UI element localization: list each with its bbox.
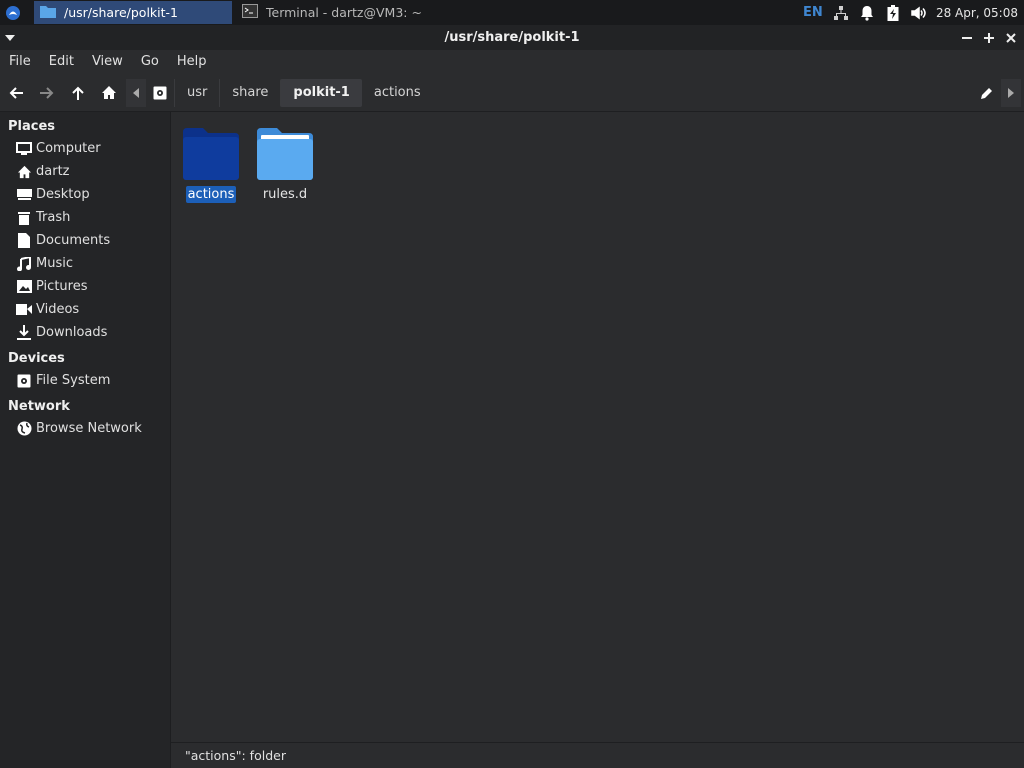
folder-icon xyxy=(40,5,56,21)
sidebar-section-places: Places xyxy=(8,118,56,134)
sidebar-item-videos[interactable]: Videos xyxy=(0,298,170,321)
sidebar-item-label: Desktop xyxy=(36,187,90,202)
sidebar-section-devices: Devices xyxy=(8,350,65,366)
forward-button[interactable] xyxy=(31,75,62,111)
breadcrumb-item-share[interactable]: share xyxy=(219,78,280,107)
drive-icon xyxy=(153,86,167,99)
sidebar-item-label: Browse Network xyxy=(36,421,142,436)
caret-left-icon xyxy=(133,87,139,98)
taskbar-item-label: /usr/share/polkit-1 xyxy=(64,5,178,20)
menu-help[interactable]: Help xyxy=(168,54,216,69)
status-text: "actions": folder xyxy=(185,748,286,763)
sidebar-item-music[interactable]: Music xyxy=(0,252,170,275)
drive-icon xyxy=(16,373,32,389)
sidebar-item-documents[interactable]: Documents xyxy=(0,229,170,252)
desktop-icon xyxy=(16,187,32,203)
edit-location-button[interactable] xyxy=(973,75,1001,111)
maximize-icon xyxy=(984,32,994,43)
breadcrumb-item-actions[interactable]: actions xyxy=(362,79,433,107)
computer-icon xyxy=(16,141,32,157)
window-title: /usr/share/polkit-1 xyxy=(444,30,580,45)
file-view[interactable]: actions rules.d xyxy=(171,112,1024,742)
sidebar-item-desktop[interactable]: Desktop xyxy=(0,183,170,206)
sidebar-item-label: Videos xyxy=(36,302,80,317)
taskbar-item-file-manager[interactable]: /usr/share/polkit-1 xyxy=(34,1,232,24)
sidebar-item-label: Documents xyxy=(36,233,111,248)
app-menu-logo-icon[interactable] xyxy=(0,0,26,25)
breadcrumb-root-filesystem[interactable] xyxy=(146,79,174,107)
arrow-up-icon xyxy=(71,86,84,100)
battery-charging-icon[interactable] xyxy=(880,0,906,25)
network-icon[interactable] xyxy=(828,0,854,25)
volume-icon[interactable] xyxy=(906,0,932,25)
sidebar-item-label: File System xyxy=(36,373,111,388)
breadcrumb-item-polkit-1[interactable]: polkit-1 xyxy=(280,78,362,107)
home-icon xyxy=(101,86,116,99)
clock[interactable]: 28 Apr, 05:08 xyxy=(932,0,1024,25)
arrow-right-icon xyxy=(39,86,53,99)
menu-edit[interactable]: Edit xyxy=(40,54,83,69)
minimize-button[interactable] xyxy=(958,28,976,48)
arrow-left-icon xyxy=(9,86,23,99)
file-name: actions xyxy=(185,186,237,203)
sidebar-item-home[interactable]: dartz xyxy=(0,160,170,183)
breadcrumb-item-usr[interactable]: usr xyxy=(174,78,219,107)
back-button[interactable] xyxy=(0,75,31,111)
sidebar: Places Computer dartz Desktop Trash Docu… xyxy=(0,112,171,768)
sidebar-item-label: Downloads xyxy=(36,325,108,340)
menubar: File Edit View Go Help xyxy=(0,50,1024,73)
video-camera-icon xyxy=(16,302,32,318)
home-button[interactable] xyxy=(93,75,124,111)
file-item-actions[interactable]: actions xyxy=(174,128,248,203)
sidebar-item-pictures[interactable]: Pictures xyxy=(0,275,170,298)
home-icon xyxy=(16,164,32,180)
minimize-icon xyxy=(962,36,972,39)
folder-icon xyxy=(183,128,239,180)
sidebar-item-label: Pictures xyxy=(36,279,88,294)
system-tray: EN 28 Apr, 05:08 xyxy=(798,0,1024,25)
picture-icon xyxy=(16,279,32,295)
download-icon xyxy=(16,325,32,341)
menu-file[interactable]: File xyxy=(0,54,40,69)
notification-bell-icon[interactable] xyxy=(854,0,880,25)
close-button[interactable] xyxy=(1002,28,1020,48)
globe-icon xyxy=(16,421,32,437)
taskbar-item-terminal[interactable]: Terminal - dartz@VM3: ~ xyxy=(236,1,436,24)
breadcrumb-scroll-right-button[interactable] xyxy=(1001,78,1021,107)
sidebar-item-label: Trash xyxy=(36,210,71,225)
trash-icon xyxy=(16,210,32,226)
sidebar-item-browse-network[interactable]: Browse Network xyxy=(0,417,170,440)
caret-right-icon xyxy=(1008,87,1014,98)
file-item-rules-d[interactable]: rules.d xyxy=(248,128,322,203)
sidebar-item-label: Computer xyxy=(36,141,101,156)
keyboard-layout-indicator[interactable]: EN xyxy=(798,0,828,25)
terminal-icon xyxy=(242,4,258,21)
sidebar-section-network: Network xyxy=(8,398,70,414)
breadcrumb-scroll-left-button[interactable] xyxy=(126,78,146,107)
sidebar-item-file-system[interactable]: File System xyxy=(0,369,170,392)
window-menu-button[interactable] xyxy=(0,25,20,50)
toolbar: usr share polkit-1 actions xyxy=(0,74,1024,112)
window-titlebar: /usr/share/polkit-1 xyxy=(0,25,1024,50)
sidebar-item-downloads[interactable]: Downloads xyxy=(0,321,170,344)
file-name: rules.d xyxy=(262,187,308,202)
up-button[interactable] xyxy=(62,75,93,111)
top-panel: /usr/share/polkit-1 Terminal - dartz@VM3… xyxy=(0,0,1024,25)
sidebar-item-computer[interactable]: Computer xyxy=(0,137,170,160)
menu-go[interactable]: Go xyxy=(132,54,168,69)
sidebar-item-label: Music xyxy=(36,256,73,271)
pencil-icon xyxy=(981,87,992,99)
status-bar: "actions": folder xyxy=(171,742,1024,768)
taskbar-item-label: Terminal - dartz@VM3: ~ xyxy=(266,5,422,20)
folder-icon xyxy=(257,128,313,180)
sidebar-item-label: dartz xyxy=(36,164,70,179)
maximize-button[interactable] xyxy=(980,28,998,48)
document-icon xyxy=(16,233,32,249)
menu-view[interactable]: View xyxy=(83,54,132,69)
music-note-icon xyxy=(16,256,32,272)
sidebar-item-trash[interactable]: Trash xyxy=(0,206,170,229)
breadcrumb: usr share polkit-1 actions xyxy=(126,78,433,107)
close-icon xyxy=(1006,32,1016,43)
